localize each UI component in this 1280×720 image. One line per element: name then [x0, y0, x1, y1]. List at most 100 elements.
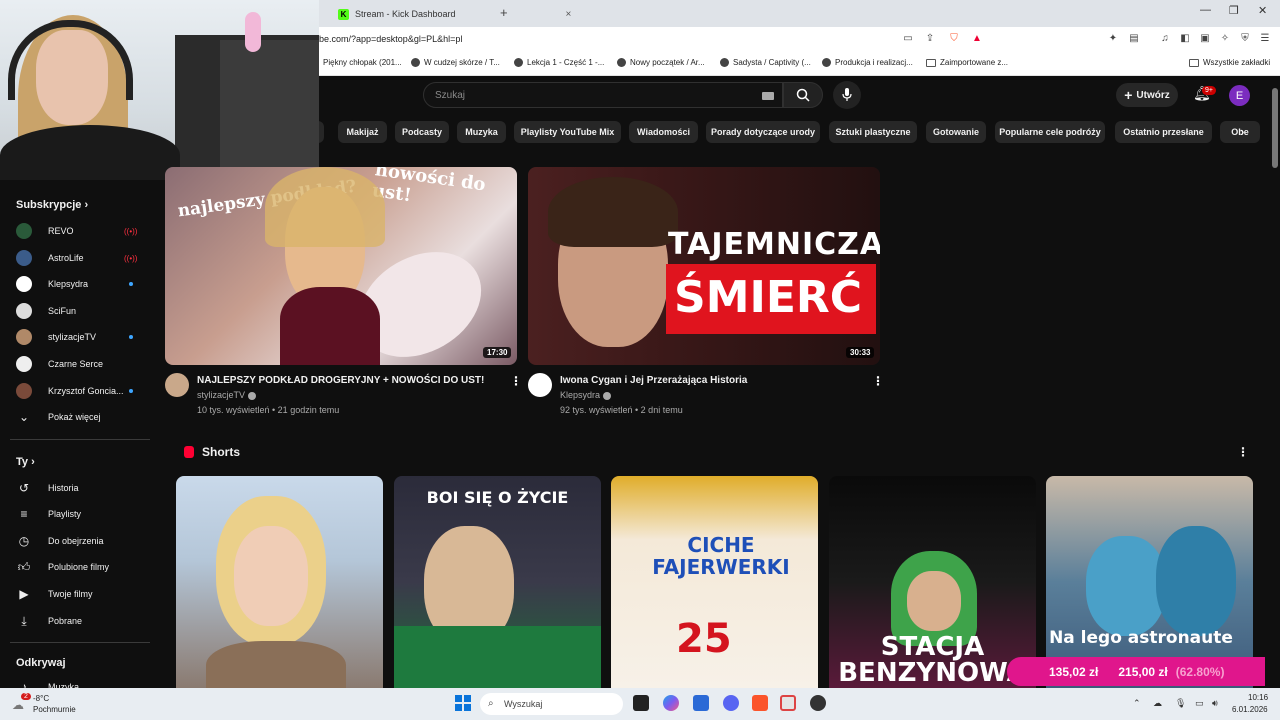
- you-title[interactable]: Ty ›: [16, 456, 35, 468]
- bookmark-item[interactable]: Produkcja i realizacj...: [822, 58, 913, 67]
- more-options-icon[interactable]: ⋮: [872, 374, 884, 388]
- close-window-button[interactable]: ✕: [1258, 4, 1267, 17]
- new-tab-button[interactable]: +: [500, 5, 508, 20]
- short-item[interactable]: STACJA BENZYNOWA: [829, 476, 1036, 688]
- bookmark-item[interactable]: Nowy początek / Ar...: [617, 58, 705, 67]
- sidebar-toggle-icon[interactable]: ◧: [1179, 33, 1191, 45]
- bookmark-folder[interactable]: Zaimportowane z...: [926, 58, 1008, 67]
- cast-icon[interactable]: ▭: [902, 33, 914, 45]
- minimize-button[interactable]: —: [1200, 4, 1211, 16]
- subscriptions-title[interactable]: Subskrypcje ›: [16, 199, 88, 211]
- onedrive-icon[interactable]: ☁: [1153, 698, 1162, 709]
- sidebar-item-liked[interactable]: 👍︎ Polubione filmy: [0, 554, 155, 580]
- video-thumbnail[interactable]: TAJEMNICZA ŚMIERĆ 30:33: [528, 167, 880, 365]
- chip[interactable]: Sztuki plastyczne: [829, 121, 917, 143]
- chip[interactable]: Wiadomości: [629, 121, 698, 143]
- sidebar-item-watch-later[interactable]: ◷ Do obejrzenia: [0, 528, 155, 554]
- sidebar-item-downloads[interactable]: ⤓ Pobrane: [0, 608, 155, 634]
- sidebar-sub-astrolife[interactable]: AstroLife ((•)): [0, 245, 155, 271]
- volume-icon[interactable]: 🔊︎: [1212, 698, 1218, 709]
- leo-icon[interactable]: ✧: [1219, 33, 1231, 45]
- short-item[interactable]: [176, 476, 383, 688]
- bookmark-item[interactable]: Piękny chłopak (201...: [323, 58, 402, 67]
- app-icon[interactable]: [780, 695, 796, 711]
- sidebar-sub-revo[interactable]: REVO ((•)): [0, 218, 155, 244]
- brave-rewards-icon[interactable]: ▲: [971, 33, 983, 45]
- network-icon[interactable]: ▭: [1195, 698, 1204, 709]
- chip[interactable]: Gotowanie: [926, 121, 986, 143]
- sidebar-sub-czarne-serce[interactable]: Czarne Serce: [0, 351, 155, 377]
- chip[interactable]: Makijaż: [338, 121, 387, 143]
- video-title[interactable]: Iwona Cygan i Jej Przerażająca Historia: [560, 375, 747, 386]
- chip[interactable]: Playlisty YouTube Mix: [514, 121, 621, 143]
- reader-icon[interactable]: ▤: [1128, 33, 1140, 45]
- sidebar-item-playlists[interactable]: ≡ Playlisty: [0, 501, 155, 527]
- channel-name[interactable]: Klepsydra: [560, 390, 612, 400]
- bookmark-item[interactable]: Lekcja 1 - Część 1 -...: [514, 58, 604, 67]
- channel-avatar[interactable]: [528, 373, 552, 397]
- discord-icon[interactable]: [723, 695, 739, 711]
- extensions-icon[interactable]: ✦: [1107, 33, 1119, 45]
- keyboard-icon[interactable]: [762, 92, 774, 100]
- menu-icon[interactable]: ☰: [1259, 33, 1271, 45]
- clock-time[interactable]: 10:16: [1248, 693, 1268, 702]
- obs-icon[interactable]: [810, 695, 826, 711]
- chip[interactable]: Podcasty: [395, 121, 449, 143]
- media-icon[interactable]: ♫: [1159, 33, 1171, 45]
- chip[interactable]: Ostatnio przesłane: [1115, 121, 1212, 143]
- webcam-overlay: [0, 0, 319, 180]
- store-icon[interactable]: [693, 695, 709, 711]
- short-item[interactable]: CICHE FAJERWERKI 25: [611, 476, 818, 688]
- vpn-icon[interactable]: ⛨: [1239, 33, 1251, 45]
- bookmark-item[interactable]: Sadysta / Captivity (...: [720, 58, 811, 67]
- wallet-icon[interactable]: ▣: [1199, 33, 1211, 45]
- maximize-button[interactable]: ❐: [1229, 4, 1239, 17]
- more-options-icon[interactable]: ⋮: [510, 374, 522, 388]
- voice-search-button[interactable]: [833, 81, 861, 109]
- share-icon[interactable]: ⇪: [924, 33, 936, 45]
- clock-icon: ◷: [18, 534, 30, 548]
- chip[interactable]: Porady dotyczące urody: [706, 121, 820, 143]
- brave-shield-icon[interactable]: ⛉: [948, 33, 960, 45]
- all-bookmarks[interactable]: Wszystkie zakładki: [1189, 58, 1270, 67]
- avatar[interactable]: E: [1229, 85, 1250, 106]
- more-options-icon[interactable]: ⋮: [1237, 445, 1249, 459]
- chevron-right-icon[interactable]: ›: [1240, 124, 1244, 139]
- scrollbar[interactable]: [1270, 76, 1280, 688]
- channel-avatar[interactable]: [165, 373, 189, 397]
- channel-name: stylizacjeTV: [48, 332, 97, 342]
- windows-start-icon[interactable]: [455, 695, 471, 711]
- sidebar-item-history[interactable]: ↺ Historia: [0, 475, 155, 501]
- short-number-text: 25: [676, 616, 732, 662]
- microphone-icon[interactable]: 🎙︎: [1175, 698, 1186, 709]
- chip[interactable]: Popularne cele podróży: [995, 121, 1105, 143]
- copilot-icon[interactable]: [663, 695, 679, 711]
- address-bar[interactable]: be.com/?app=desktop&gl=PL&hl=pl: [319, 34, 462, 44]
- brave-icon[interactable]: [752, 695, 768, 711]
- clock-date[interactable]: 6.01.2026: [1232, 705, 1268, 714]
- task-view-icon[interactable]: [633, 695, 649, 711]
- globe-icon: [822, 58, 831, 67]
- sidebar-sub-scifun[interactable]: SciFun: [0, 298, 155, 324]
- weather-widget[interactable]: 2 ☁: [12, 693, 32, 713]
- taskbar-search-input[interactable]: ⌕ Wyszukaj: [480, 693, 623, 715]
- sidebar-sub-stylizacjetv[interactable]: stylizacjeTV: [0, 324, 155, 350]
- bookmark-item[interactable]: W cudzej skórze / T...: [411, 58, 500, 67]
- video-title[interactable]: NAJLEPSZY PODKŁAD DROGERYJNY + NOWOŚCI D…: [197, 375, 484, 386]
- sidebar-sub-klepsydra[interactable]: Klepsydra: [0, 271, 155, 297]
- price-percent: (62.80%): [1175, 664, 1225, 679]
- sidebar-sub-krzysztof[interactable]: Krzysztof Goncia...: [0, 378, 155, 404]
- chip[interactable]: Muzyka: [457, 121, 506, 143]
- search-input[interactable]: Szukaj: [423, 82, 783, 108]
- tab-kick-dashboard[interactable]: K Stream - Kick Dashboard ×: [330, 3, 579, 25]
- short-item[interactable]: BOI SIĘ O ŻYCIE: [394, 476, 601, 688]
- create-button[interactable]: + Utwórz: [1116, 83, 1178, 107]
- scrollbar-thumb[interactable]: [1272, 88, 1278, 168]
- sidebar-item-your-videos[interactable]: ▶ Twoje filmy: [0, 581, 155, 607]
- video-thumbnail[interactable]: nowości do ust! najlepszy podkład? 17:30: [165, 167, 517, 365]
- chevron-up-icon[interactable]: ⌃: [1133, 698, 1141, 709]
- close-tab-icon[interactable]: ×: [566, 9, 572, 20]
- search-button[interactable]: [783, 82, 823, 108]
- channel-name[interactable]: stylizacjeTV: [197, 390, 257, 400]
- show-more-button[interactable]: ⌄ Pokaż więcej: [0, 404, 155, 430]
